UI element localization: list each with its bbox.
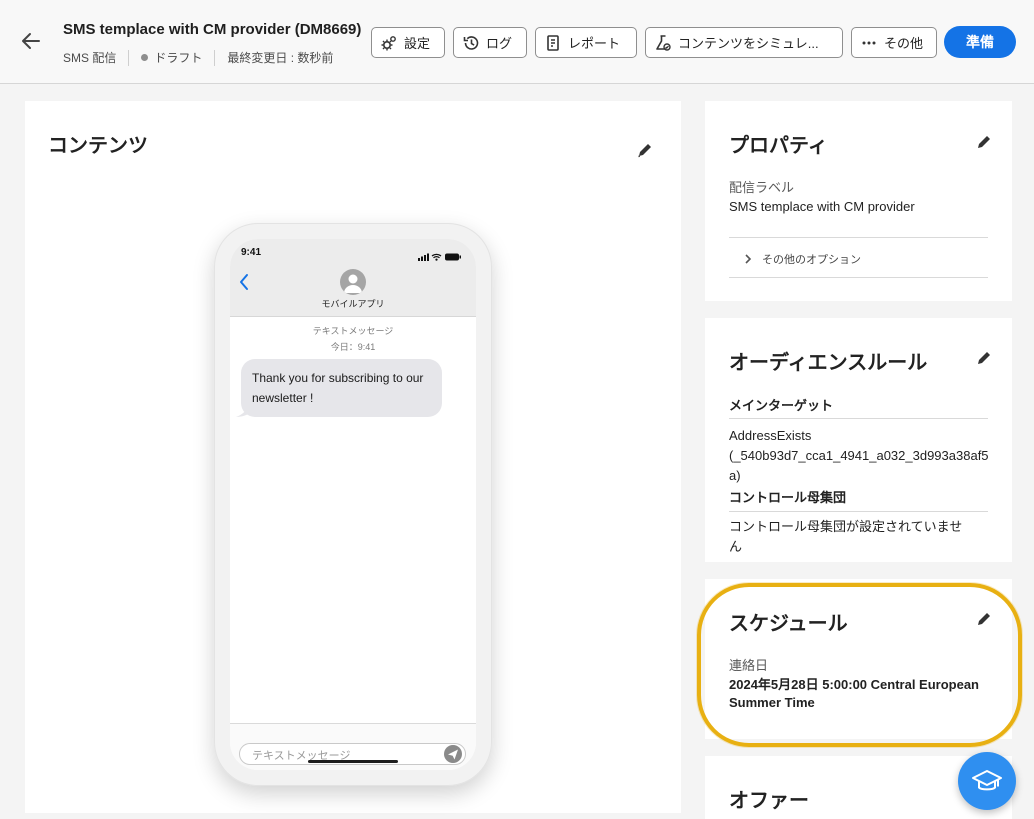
status-dot-icon — [141, 54, 149, 61]
message-time: 今日：9:41 — [330, 342, 376, 352]
message-bubble: Thank you for subscribing to our newslet… — [241, 359, 442, 417]
report-button[interactable]: レポート — [535, 27, 637, 58]
audience-title: オーディエンスルール — [729, 352, 928, 374]
status-time: 9:41 — [241, 247, 262, 258]
page-title: SMS templace with CM provider (DM8669) — [63, 21, 362, 38]
status-badge: ドラフト — [154, 51, 203, 65]
content-title: コンテンツ — [48, 135, 148, 157]
channel-label: SMS 配信 — [63, 51, 117, 65]
back-arrow-icon[interactable] — [18, 28, 44, 54]
status-bar-icons — [418, 249, 462, 267]
divider — [128, 49, 130, 66]
schedule-card: スケジュール 連絡日 2024年5月28日 5:00:00 Central Eu… — [705, 579, 1012, 739]
simulate-content-button[interactable]: コンテンツをシミュレ... — [645, 27, 843, 58]
divider — [729, 237, 988, 238]
edit-content-icon[interactable] — [636, 141, 654, 159]
page-header: SMS templace with CM provider (DM8669) S… — [0, 0, 1034, 84]
delivery-label-caption: 配信ラベル — [729, 180, 795, 195]
contact-date-label: 連絡日 — [729, 658, 769, 673]
divider — [729, 511, 988, 512]
divider — [729, 277, 988, 278]
prepare-button[interactable]: 準備 — [944, 26, 1016, 58]
report-icon — [547, 34, 559, 51]
send-icon[interactable] — [444, 745, 462, 763]
simulate-content-label: コンテンツをシミュレ... — [678, 36, 819, 51]
gear-icon — [381, 35, 396, 50]
more-label: その他 — [884, 36, 924, 51]
graduation-cap-icon — [972, 770, 1002, 791]
avatar — [340, 269, 366, 295]
delivery-label-value: SMS templace with CM provider — [729, 199, 915, 214]
phone-screen: 9:41 モバイルアプリ テキストメッセージ 今日：9:41 Thank you… — [230, 239, 476, 770]
home-indicator — [308, 760, 398, 763]
report-label: レポート — [568, 36, 621, 51]
control-group-heading: コントロール母集団 — [729, 490, 847, 505]
chevron-right-icon — [745, 254, 752, 264]
message-type: テキストメッセージ — [312, 326, 394, 336]
learn-button[interactable] — [958, 752, 1016, 810]
edit-properties-icon[interactable] — [975, 133, 993, 151]
properties-card: プロパティ 配信ラベル SMS templace with CM provide… — [705, 101, 1012, 301]
more-options-label: その他のオプション — [762, 254, 861, 266]
more-button[interactable]: その他 — [851, 27, 937, 58]
divider — [214, 49, 216, 66]
history-icon — [463, 35, 479, 50]
audience-card: オーディエンスルール メインターゲット AddressExists (_540b… — [705, 318, 1012, 562]
divider — [729, 418, 988, 419]
main-target-value: AddressExists (_540b93d7_cca1_4941_a032_… — [729, 428, 989, 483]
last-modified: 最終変更日 : 数秒前 — [227, 51, 334, 65]
more-dots-icon — [862, 41, 876, 44]
flask-icon — [656, 34, 671, 51]
control-group-value: コントロール母集団が設定されていません — [729, 519, 963, 554]
log-label: ログ — [486, 36, 513, 51]
main-target-heading: メインターゲット — [729, 398, 834, 413]
log-button[interactable]: ログ — [453, 27, 527, 58]
properties-title: プロパティ — [729, 135, 828, 157]
edit-schedule-icon[interactable] — [975, 610, 993, 628]
settings-button[interactable]: 設定 — [371, 27, 445, 58]
app-name: モバイルアプリ — [321, 299, 385, 309]
schedule-title: スケジュール — [729, 613, 848, 635]
page-meta: SMS 配信 ドラフト 最終変更日 : 数秒前 — [63, 49, 333, 66]
edit-audience-icon[interactable] — [975, 349, 993, 367]
settings-label: 設定 — [404, 36, 431, 51]
phone-preview: 9:41 モバイルアプリ テキストメッセージ 今日：9:41 Thank you… — [214, 223, 492, 786]
contact-date-value: 2024年5月28日 5:00:00 Central European Summ… — [729, 677, 979, 710]
chevron-left-icon[interactable] — [238, 273, 250, 296]
offers-title: オファー — [729, 790, 809, 812]
more-options-toggle[interactable]: その他のオプション — [743, 251, 861, 267]
